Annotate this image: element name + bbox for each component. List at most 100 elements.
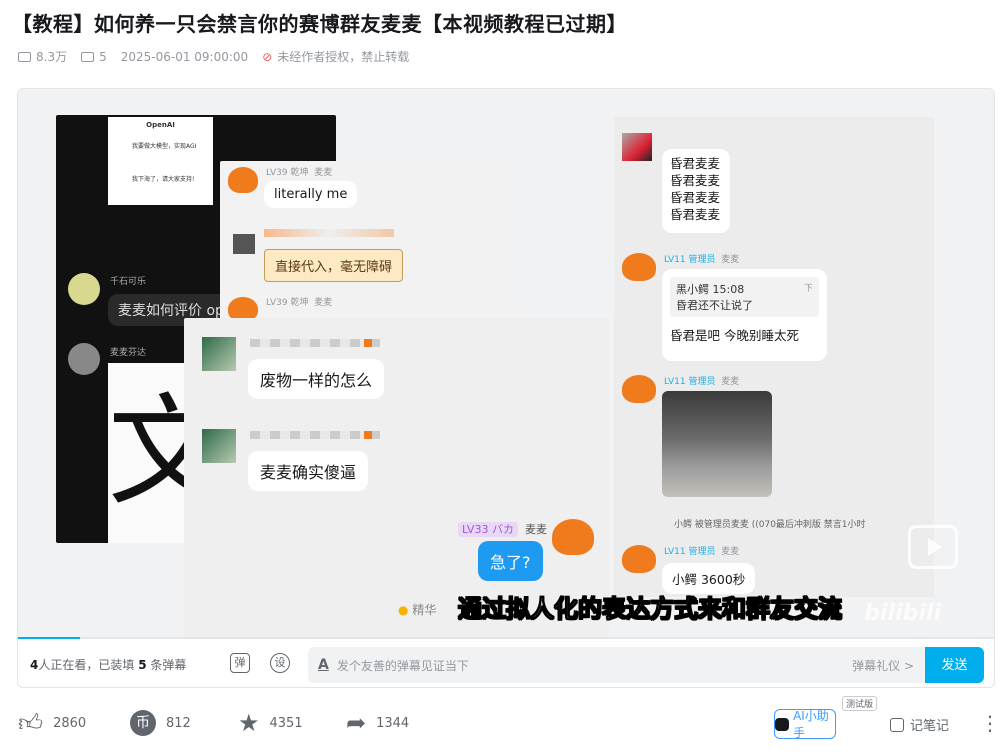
copyright-notice: ⊘ 未经作者授权，禁止转载	[262, 48, 409, 65]
front-blur-bar	[250, 431, 380, 439]
forbidden-icon: ⊘	[262, 49, 273, 64]
views-count: 8.3万	[36, 50, 68, 64]
ai-assistant-button[interactable]: AI小助手	[774, 709, 836, 740]
mid-tag1-name: 麦麦	[314, 168, 333, 178]
user-avatar	[68, 343, 100, 375]
send-danmaku-button[interactable]: 发送	[925, 647, 984, 683]
openai-card: OpenAI 我要做大模型，实现AGI 我下海了，请大家支持!	[108, 117, 213, 205]
right-tag2: LV11 管理员 麦麦	[664, 374, 739, 387]
danmaku-bar: 4人正在看，已装填 5 条弹幕 弹 设 A 发个友善的弹幕见证当下 弹幕礼仪 >…	[18, 641, 994, 687]
right-tag3: LV11 管理员 麦麦	[664, 544, 739, 557]
quote-text: 昏君还不让说了	[676, 299, 753, 312]
quote-close: 下	[803, 284, 813, 294]
beta-badge: 测试版	[842, 696, 878, 711]
share-button[interactable]: ➦ 1344	[346, 710, 409, 736]
openai-line2: 我下海了，请大家支持!	[132, 176, 195, 183]
left-user2: 麦麦芬达	[110, 348, 147, 358]
front-msg3: 急了?	[478, 541, 543, 581]
video-title: 【教程】如何养一只会禁言你的赛博群友麦麦【本视频教程已过期】	[12, 12, 627, 36]
openai-line1: 我要做大模型，实现AGI	[132, 143, 197, 150]
coin-button[interactable]: 币 812	[130, 710, 191, 736]
right-msg1: 昏君麦麦	[670, 156, 721, 171]
mid-chat-panel	[220, 161, 515, 321]
danmaku-input[interactable]: A 发个友善的弹幕见证当下 弹幕礼仪 >	[308, 647, 926, 683]
essence-label: 精华	[412, 603, 437, 617]
right-tag1: LV11 管理员 麦麦	[664, 252, 739, 265]
maimai-avatar	[622, 545, 656, 573]
share-count: 1344	[376, 715, 410, 731]
viewers-text: 人正在看，已装填	[38, 658, 135, 672]
mid-tag2-name: 麦麦	[314, 298, 333, 308]
danmaku-placeholder: 发个友善的弹幕见证当下	[336, 658, 469, 673]
maimai-avatar	[622, 253, 656, 281]
right-reply-card: 黑小鳄 15:08 昏君还不让说了 下 昏君是吧 今晚别睡太死	[662, 269, 827, 361]
mid-tag1-lv: LV39 乾坤	[266, 168, 309, 178]
right-msg-box1: 昏君麦麦 昏君麦麦 昏君麦麦 昏君麦麦	[662, 149, 730, 233]
front-name-row: LV33 バカ 麦麦	[458, 521, 547, 537]
danmaku-count-icon	[81, 51, 95, 62]
essence-icon: ●	[398, 603, 409, 617]
video-player[interactable]: OpenAI 我要做大模型，实现AGI 我下海了，请大家支持! 千石可乐 麦麦如…	[17, 88, 995, 688]
video-subtitle: 通过拟人化的表达方式来和群友交流	[458, 595, 843, 624]
coin-count: 812	[166, 715, 191, 731]
copyright-text: 未经作者授权，禁止转载	[277, 50, 410, 64]
quote-user: 黑小鳄 15:08	[676, 283, 745, 296]
essence-badge: ● 精华	[398, 601, 436, 618]
star-icon: ★	[238, 709, 260, 737]
like-button[interactable]: 👍︎ 2860	[18, 710, 86, 736]
danmaku-count: 5	[99, 49, 107, 64]
danmaku-settings-icon[interactable]: 设	[270, 653, 290, 673]
play-button[interactable]	[908, 525, 958, 569]
reply-text: 昏君是吧 今晚别睡太死	[670, 328, 799, 343]
right-msg3: 昏君麦麦	[670, 190, 721, 205]
more-options-icon[interactable]: ⋮	[980, 711, 1000, 735]
danmaku-toggle-icon[interactable]: 弹	[230, 653, 250, 673]
right-lv2: LV11 管理员	[664, 377, 716, 387]
pixel-avatar	[622, 133, 652, 161]
viewer-status: 4人正在看，已装填 5 条弹幕	[30, 656, 186, 673]
front-msg1: 废物一样的怎么	[248, 359, 385, 399]
user-avatar	[68, 273, 100, 305]
font-style-icon[interactable]: A	[318, 657, 329, 673]
pixel-avatar	[202, 429, 236, 463]
orange-pixel	[364, 339, 372, 347]
mid-tag1: LV39 乾坤 麦麦	[266, 165, 332, 178]
right-lv3: LV11 管理员	[664, 547, 716, 557]
bilibili-watermark: bilibili	[864, 601, 941, 626]
mid-tag2: LV39 乾坤 麦麦	[266, 295, 332, 308]
orange-pixel	[364, 431, 372, 439]
left-user1: 千石可乐	[110, 277, 147, 287]
maimai-avatar	[622, 375, 656, 403]
favorite-button[interactable]: ★ 4351	[238, 710, 303, 736]
progress-bar[interactable]	[18, 637, 994, 639]
video-frame[interactable]: OpenAI 我要做大模型，实现AGI 我下海了，请大家支持! 千石可乐 麦麦如…	[18, 89, 994, 639]
action-toolbar: 👍︎ 2860 币 812 ★ 4351 ➦ 1344 AI小助手 测试版 记笔…	[18, 696, 1000, 742]
video-meta: 8.3万 5 2025-06-01 09:00:00 ⊘ 未经作者授权，禁止转载	[18, 48, 409, 65]
right-msg4: 昏君麦麦	[670, 207, 721, 222]
loaded-count: 5	[138, 658, 147, 672]
play-count-icon	[18, 51, 31, 62]
right-name3: 麦麦	[721, 547, 740, 557]
maimai-avatar	[228, 167, 258, 193]
mid-blur-bar	[264, 229, 394, 237]
quote-block: 黑小鳄 15:08 昏君还不让说了 下	[670, 277, 819, 317]
openai-label: OpenAI	[146, 121, 175, 129]
note-icon	[890, 717, 904, 732]
favorite-count: 4351	[269, 715, 303, 731]
mute-notice: 小鳄 被管理员麦麦 ((070最后冲刺版 禁言1小时	[674, 520, 866, 530]
pixel-avatar	[202, 337, 236, 371]
mid-msg1: literally me	[264, 181, 358, 208]
mid-tag2-lv: LV39 乾坤	[266, 298, 309, 308]
danmaku-stat: 5	[81, 50, 107, 64]
danmaku-etiquette-link[interactable]: 弹幕礼仪 >	[852, 657, 914, 674]
like-count: 2860	[53, 715, 87, 731]
right-name2: 麦麦	[721, 377, 740, 387]
share-arrow-icon: ➦	[346, 709, 367, 737]
right-msg2: 昏君麦麦	[670, 173, 721, 188]
coin-icon: 币	[130, 710, 156, 736]
loaded-text: 条弹幕	[150, 658, 187, 672]
maimai-avatar	[552, 519, 594, 555]
ai-assistant-label: AI小助手	[793, 709, 829, 740]
notes-button[interactable]: 记笔记	[890, 715, 949, 734]
front-name: 麦麦	[524, 523, 547, 536]
